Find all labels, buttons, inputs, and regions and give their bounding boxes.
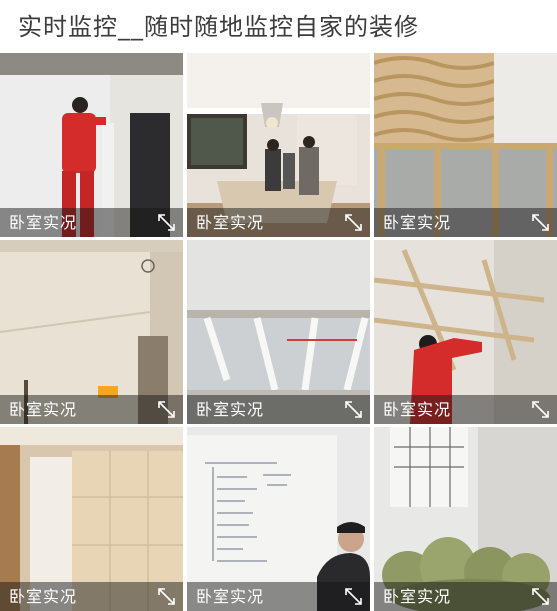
- tile-label: 卧室实况: [383, 400, 452, 419]
- tile-caption-bar: 卧室实况: [374, 395, 557, 424]
- tile-caption-bar: 卧室实况: [187, 395, 370, 424]
- camera-grid: 卧室实况 卧室实况 卧室实况 卧室实况 卧室实况 卧室实况 卧室实况 卧室实况 …: [0, 53, 557, 611]
- expand-arrows-icon[interactable]: [157, 400, 176, 419]
- camera-tile-2[interactable]: 卧室实况: [187, 53, 370, 237]
- tile-caption-bar: 卧室实况: [374, 582, 557, 611]
- tile-label: 卧室实况: [383, 213, 452, 232]
- tile-label: 卧室实况: [196, 587, 265, 606]
- camera-tile-4[interactable]: 卧室实况: [0, 240, 183, 424]
- tile-caption-bar: 卧室实况: [0, 395, 183, 424]
- camera-tile-6[interactable]: 卧室实况: [374, 240, 557, 424]
- expand-arrows-icon[interactable]: [531, 400, 550, 419]
- page-title: 实时监控__随时随地监控自家的装修: [18, 13, 419, 41]
- tile-caption-bar: 卧室实况: [187, 582, 370, 611]
- tile-label: 卧室实况: [9, 400, 78, 419]
- tile-caption-bar: 卧室实况: [0, 208, 183, 237]
- tile-label: 卧室实况: [383, 587, 452, 606]
- tile-label: 卧室实况: [9, 587, 78, 606]
- expand-arrows-icon[interactable]: [157, 213, 176, 232]
- expand-arrows-icon[interactable]: [157, 587, 176, 606]
- camera-tile-8[interactable]: 卧室实况: [187, 427, 370, 611]
- expand-arrows-icon[interactable]: [344, 587, 363, 606]
- camera-tile-3[interactable]: 卧室实况: [374, 53, 557, 237]
- tile-label: 卧室实况: [196, 213, 265, 232]
- tile-caption-bar: 卧室实况: [0, 582, 183, 611]
- expand-arrows-icon[interactable]: [531, 587, 550, 606]
- camera-tile-9[interactable]: 卧室实况: [374, 427, 557, 611]
- camera-tile-5[interactable]: 卧室实况: [187, 240, 370, 424]
- camera-tile-1[interactable]: 卧室实况: [0, 53, 183, 237]
- tile-label: 卧室实况: [9, 213, 78, 232]
- camera-tile-7[interactable]: 卧室实况: [0, 427, 183, 611]
- expand-arrows-icon[interactable]: [344, 400, 363, 419]
- tile-caption-bar: 卧室实况: [374, 208, 557, 237]
- expand-arrows-icon[interactable]: [344, 213, 363, 232]
- tile-label: 卧室实况: [196, 400, 265, 419]
- expand-arrows-icon[interactable]: [531, 213, 550, 232]
- tile-caption-bar: 卧室实况: [187, 208, 370, 237]
